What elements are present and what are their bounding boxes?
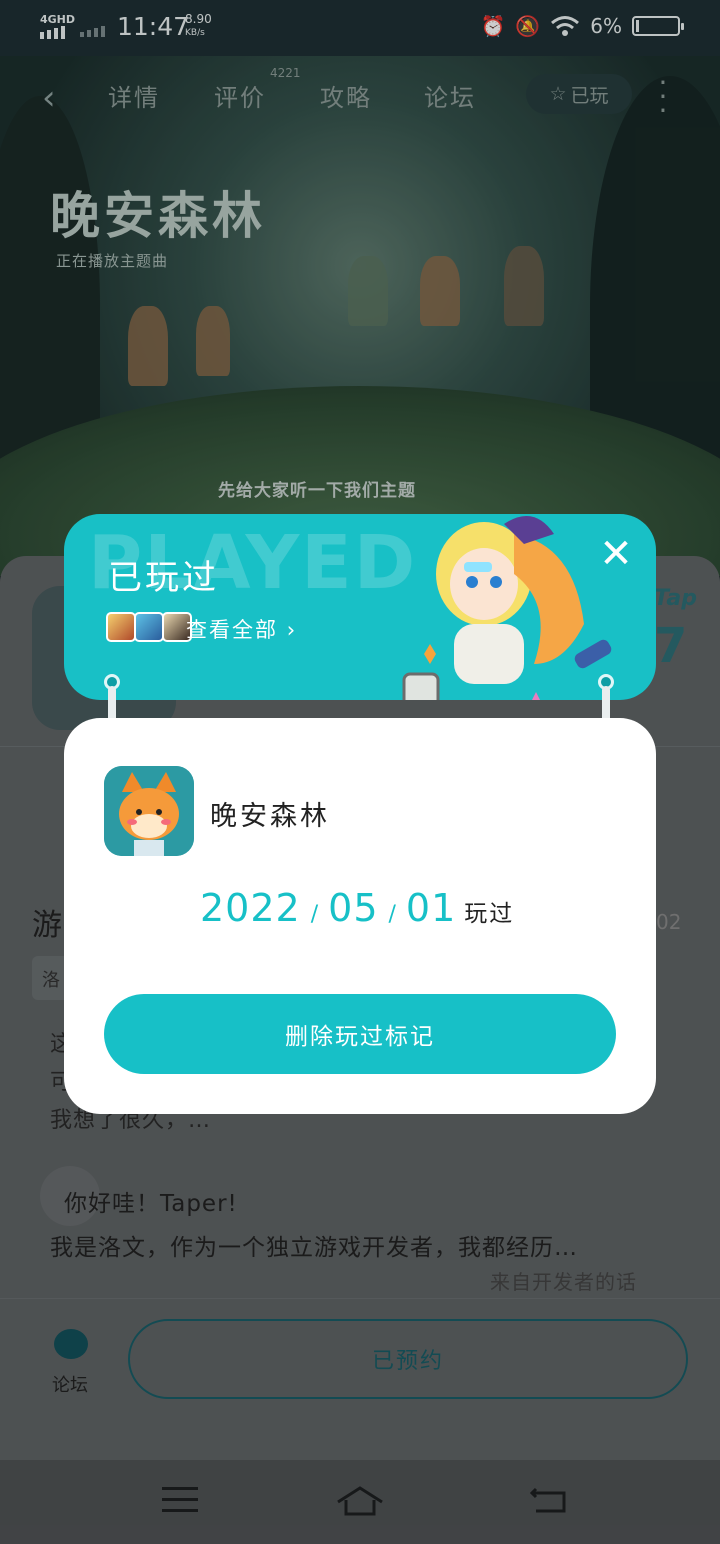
game-avatar [106,612,136,642]
view-all-label: 查看全部 [186,618,278,642]
delete-played-mark-button[interactable]: 删除玩过标记 [104,994,616,1074]
mascot-illustration [402,516,612,700]
played-suffix: 玩过 [464,901,515,927]
played-dialog-card: 晚安森林 2022 / 05 / 01 玩过 删除玩过标记 [64,718,656,1114]
played-date: 2022 / 05 / 01 玩过 [200,886,514,930]
date-separator: / [310,902,319,927]
fox-icon [104,766,194,856]
date-separator: / [388,902,396,927]
played-day: 01 [405,886,457,930]
game-name: 晚安森林 [210,801,330,832]
chevron-right-icon: › [286,618,298,642]
played-month: 05 [328,886,379,930]
game-icon [104,766,194,856]
played-dialog-header: PLAYED 已玩过 查看全部 › ✕ [64,514,656,700]
played-games-avatars[interactable] [106,612,192,642]
view-all-link[interactable]: 查看全部 › [186,614,297,644]
played-year: 2022 [200,886,301,930]
game-avatar [134,612,164,642]
dialog-title: 已玩过 [108,558,219,598]
